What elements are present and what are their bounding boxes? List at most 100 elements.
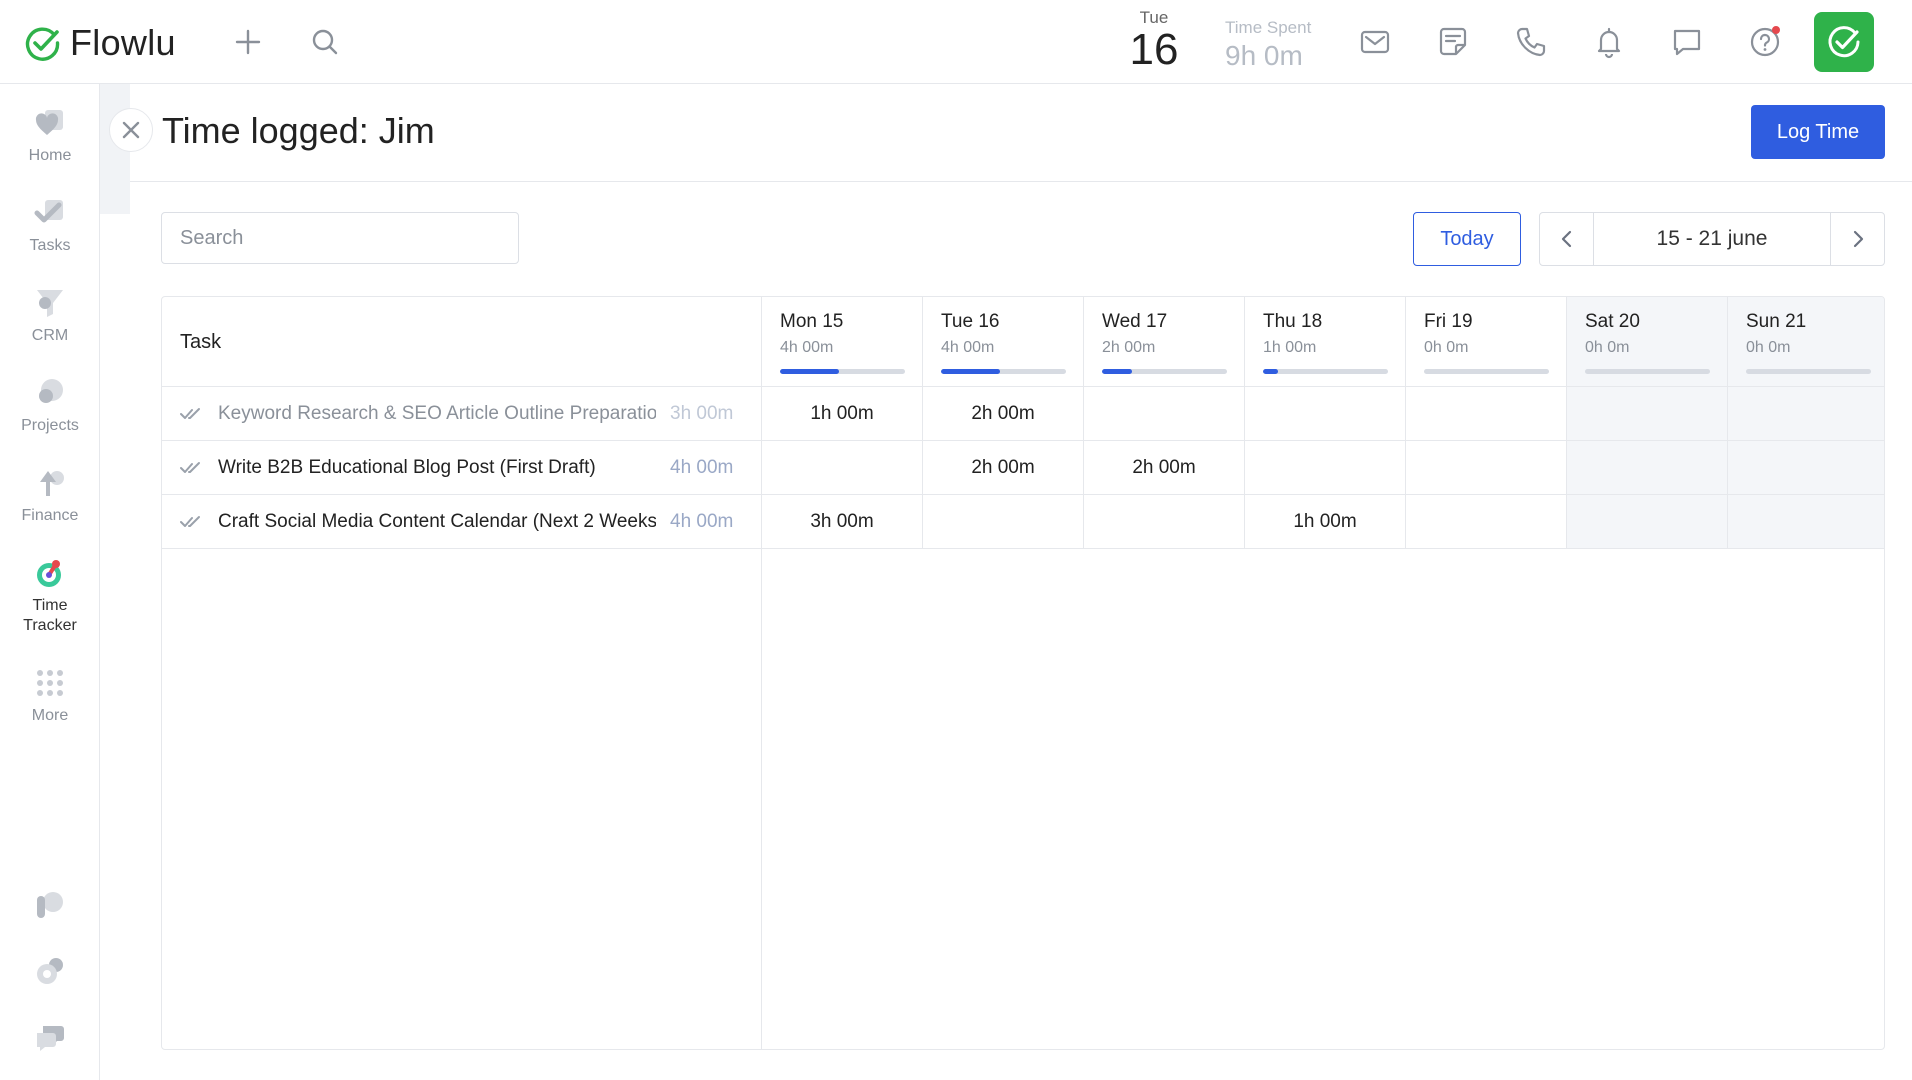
time-cell[interactable]: 1h 00m: [1245, 495, 1406, 549]
day-total: 4h 00m: [780, 339, 834, 356]
sidebar-item-time-tracker[interactable]: Time Tracker: [0, 556, 100, 636]
double-check-icon: [180, 516, 200, 527]
task-name[interactable]: Keyword Research & SEO Article Outline P…: [218, 403, 656, 425]
time-log-table: Task Mon 15 4h 00m Tue 16 4h 00m Wed 17 2h 00…: [161, 296, 1885, 1050]
next-week-button[interactable]: [1830, 213, 1884, 265]
time-cell[interactable]: 2h 00m: [923, 441, 1084, 495]
sidebar-label: CRM: [31, 327, 69, 344]
time-cell[interactable]: [1728, 495, 1884, 549]
double-check-icon: [180, 408, 200, 419]
day-column-header: Fri 19 0h 0m: [1406, 297, 1567, 387]
chat-icon[interactable]: [1669, 24, 1705, 60]
crm-icon: [37, 290, 63, 317]
sidebar-item-more[interactable]: More: [0, 666, 100, 726]
app-logo[interactable]: Flowlu: [24, 22, 176, 64]
log-time-button[interactable]: Log Time: [1751, 105, 1885, 159]
task-total-time: 4h 00m: [670, 457, 734, 478]
sidebar-item-finance[interactable]: Finance: [0, 466, 100, 526]
sidebar-label: Finance: [21, 507, 79, 524]
task-cell[interactable]: Keyword Research & SEO Article Outline P…: [162, 387, 762, 441]
double-check-icon: [180, 462, 200, 473]
day-name: Fri 19: [1424, 311, 1473, 332]
task-cell[interactable]: Craft Social Media Content Calendar (Nex…: [162, 495, 762, 549]
time-cell[interactable]: [1245, 441, 1406, 495]
time-cell[interactable]: [1406, 495, 1567, 549]
sidebar-item-projects[interactable]: Projects: [0, 376, 100, 436]
time-cell[interactable]: 2h 00m: [923, 387, 1084, 441]
day-total: 4h 00m: [941, 339, 995, 356]
sidebar: Home Tasks CRM Projects Finance Time Tra…: [0, 84, 100, 1080]
time-spent[interactable]: Time Spent 9h 0m: [1225, 18, 1311, 72]
time-cell[interactable]: [1406, 441, 1567, 495]
time-cell[interactable]: 1h 00m: [762, 387, 923, 441]
task-total-time: 4h 00m: [670, 511, 734, 532]
time-cell[interactable]: [1406, 387, 1567, 441]
sidebar-item-crm[interactable]: CRM: [0, 286, 100, 346]
day-progress-bar: [1424, 369, 1549, 374]
table-row[interactable]: Craft Social Media Content Calendar (Nex…: [162, 495, 1884, 549]
day-total: 0h 0m: [1424, 339, 1469, 356]
settings-icon[interactable]: [33, 954, 67, 988]
pinned-apps-icon[interactable]: [33, 888, 67, 922]
time-cell[interactable]: [1567, 441, 1728, 495]
mail-icon[interactable]: [1357, 24, 1393, 60]
sidebar-item-tasks[interactable]: Tasks: [0, 196, 100, 256]
bell-icon[interactable]: [1591, 24, 1627, 60]
time-cell[interactable]: [1728, 441, 1884, 495]
day-progress-bar: [1746, 369, 1871, 374]
time-tracker-icon: [37, 560, 61, 587]
time-cell[interactable]: [1567, 495, 1728, 549]
time-cell[interactable]: [1245, 387, 1406, 441]
plus-icon[interactable]: [232, 26, 264, 58]
current-date-day: 16: [1129, 25, 1179, 74]
time-cell[interactable]: [1084, 495, 1245, 549]
timer-check-button[interactable]: [1814, 12, 1874, 72]
day-column-header: Thu 18 1h 00m: [1245, 297, 1406, 387]
day-name: Wed 17: [1102, 311, 1168, 332]
day-name: Sun 21: [1746, 311, 1807, 332]
prev-week-button[interactable]: [1540, 213, 1594, 265]
close-panel-button[interactable]: [109, 108, 153, 152]
time-cell[interactable]: [1567, 387, 1728, 441]
table-row[interactable]: Keyword Research & SEO Article Outline P…: [162, 387, 1884, 441]
day-name: Sat 20: [1585, 311, 1640, 332]
chevron-right-icon: [1853, 230, 1863, 248]
phone-icon[interactable]: [1513, 24, 1549, 60]
help-icon[interactable]: [1747, 24, 1783, 60]
search-icon[interactable]: [309, 26, 341, 58]
panel-header: Time logged: Jim Log Time: [130, 84, 1912, 182]
sidebar-item-home[interactable]: Home: [0, 106, 100, 166]
day-progress-fill: [941, 369, 1000, 374]
feedback-icon[interactable]: [33, 1020, 67, 1054]
day-progress-fill: [780, 369, 839, 374]
day-name: Thu 18: [1263, 311, 1323, 332]
time-cell[interactable]: 3h 00m: [762, 495, 923, 549]
day-column-header: Sun 21 0h 0m: [1728, 297, 1884, 387]
task-cell[interactable]: Write B2B Educational Blog Post (First D…: [162, 441, 762, 495]
notes-icon[interactable]: [1435, 24, 1471, 60]
today-button[interactable]: Today: [1413, 212, 1521, 266]
day-progress-fill: [1263, 369, 1278, 374]
date-range-label[interactable]: 15 - 21 june: [1594, 213, 1830, 265]
projects-icon: [39, 379, 63, 403]
day-progress-fill: [1102, 369, 1132, 374]
time-cell[interactable]: 2h 00m: [1084, 441, 1245, 495]
day-total: 1h 00m: [1263, 339, 1317, 356]
day-name: Mon 15: [780, 311, 844, 332]
day-name: Tue 16: [941, 311, 1000, 332]
search-input[interactable]: [161, 212, 519, 264]
time-logged-panel: Time logged: Jim Log Time Today 15 - 21 …: [109, 84, 1912, 1080]
time-cell[interactable]: [762, 441, 923, 495]
day-progress-bar: [780, 369, 905, 374]
task-name[interactable]: Write B2B Educational Blog Post (First D…: [218, 457, 656, 479]
time-cell[interactable]: [923, 495, 1084, 549]
task-name[interactable]: Craft Social Media Content Calendar (Nex…: [218, 511, 656, 533]
page-title: Time logged: Jim: [162, 110, 435, 151]
app-name: Flowlu: [70, 22, 176, 63]
day-total: 2h 00m: [1102, 339, 1156, 356]
time-cell[interactable]: [1728, 387, 1884, 441]
day-column-header: Sat 20 0h 0m: [1567, 297, 1728, 387]
table-row[interactable]: Write B2B Educational Blog Post (First D…: [162, 441, 1884, 495]
time-cell[interactable]: [1084, 387, 1245, 441]
current-date[interactable]: Tue 16: [1124, 8, 1184, 72]
